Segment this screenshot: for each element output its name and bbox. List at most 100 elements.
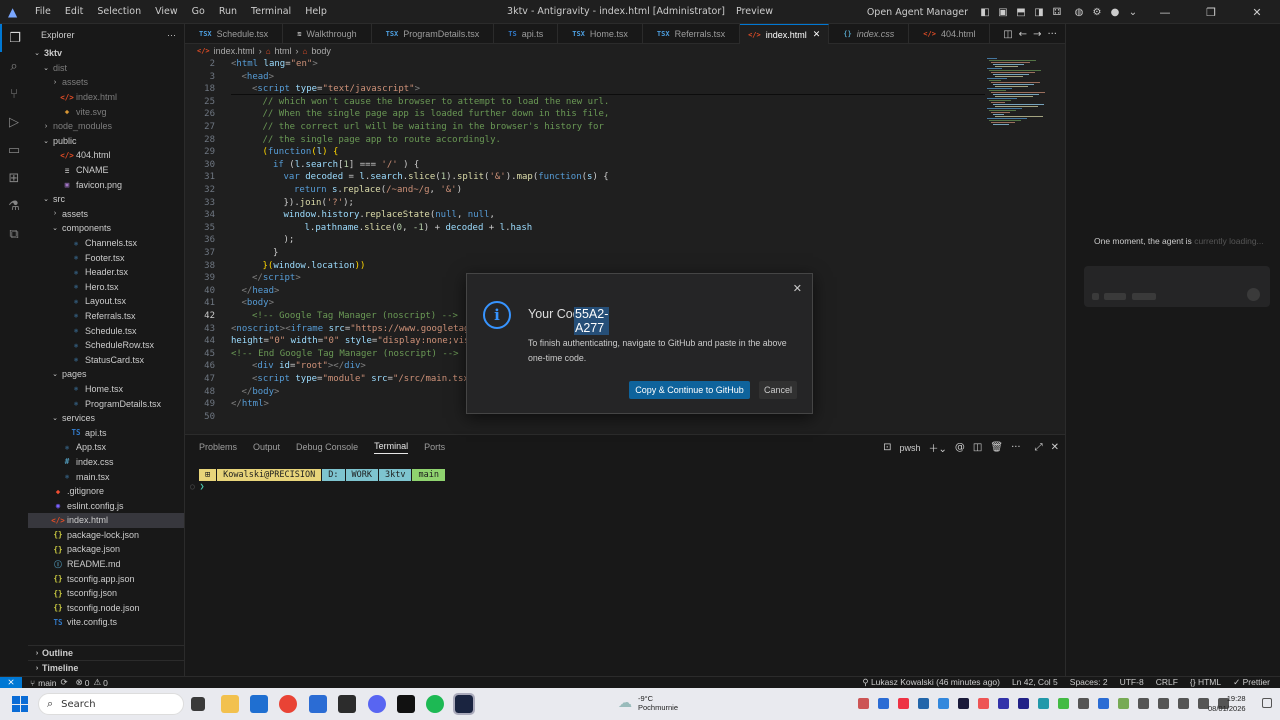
file-hero-tsx[interactable]: ⚛ Hero.tsx [28,280,184,295]
tab-walkthrough[interactable]: ≋ Walkthrough [283,24,372,44]
windows-start-icon[interactable] [12,696,28,712]
outline-section[interactable]: › Outline [28,645,185,660]
one-time-code[interactable]: 55A2-A277 [574,307,610,335]
sync-icon[interactable]: ⟳ [61,677,68,688]
account-icon[interactable]: ● [1108,5,1122,19]
split-editor-icon[interactable]: ◫ [1003,29,1012,40]
tray-app-icon[interactable] [1038,698,1049,709]
mode-selector[interactable] [1104,293,1126,300]
cursor-position[interactable]: Ln 42, Col 5 [1012,677,1058,688]
cancel-button[interactable]: Cancel [759,381,797,399]
preview-label[interactable]: Preview [736,6,773,17]
breadcrumb-body[interactable]: body [311,46,331,56]
explorer-icon[interactable]: ❐ [0,24,28,52]
file-footer-tsx[interactable]: ⚛ Footer.tsx [28,250,184,265]
tab-api-ts[interactable]: TS api.ts [494,24,559,44]
layout-sidebar-right-icon[interactable]: ◨ [1032,5,1046,19]
folder-src[interactable]: ⌄ src [28,192,184,207]
tab-index-html[interactable]: </> index.html ✕ [740,24,830,44]
timeline-section[interactable]: › Timeline [28,660,185,675]
new-terminal-icon[interactable]: ＋⌄ [929,440,947,455]
maximize-button[interactable]: ❐ [1188,0,1234,24]
breadcrumb-html[interactable]: html [275,46,292,56]
tray-app-icon[interactable] [1018,698,1029,709]
tray-app-icon[interactable] [978,698,989,709]
folder-components[interactable]: ⌄ components [28,221,184,236]
encoding[interactable]: UTF-8 [1120,677,1144,688]
globe-icon[interactable]: ◍ [1072,5,1086,19]
file-tsconfig-node-json[interactable]: {} tsconfig.node.json [28,601,184,616]
terminal-app-icon[interactable] [338,695,356,713]
discord-icon[interactable] [368,695,386,713]
panel-tab-debug-console[interactable]: Debug Console [296,442,358,452]
menu-item-edit[interactable]: Edit [58,6,90,17]
branch-name[interactable]: main [38,678,56,688]
menu-item-file[interactable]: File [28,6,58,17]
antigravity-app-icon[interactable] [453,693,475,715]
close-icon[interactable]: ✕ [793,282,802,295]
file-index-css[interactable]: # index.css [28,455,184,470]
tab-index-css[interactable]: {} index.css [829,24,910,44]
tray-app-icon[interactable] [1118,698,1129,709]
agent-input-box[interactable] [1084,266,1270,307]
tab-referrals-tsx[interactable]: TSX Referrals.tsx [643,24,741,44]
file-programdetails-tsx[interactable]: ⚛ ProgramDetails.tsx [28,396,184,411]
file-explorer-icon[interactable] [221,695,239,713]
tray-app-icon[interactable] [1078,698,1089,709]
task-view-icon[interactable] [191,697,205,711]
layout-customize-icon[interactable]: ⚃ [1050,5,1064,19]
minimize-button[interactable]: — [1142,0,1188,24]
tray-app-icon[interactable] [1178,698,1189,709]
tray-app-icon[interactable] [958,698,969,709]
file-main-tsx[interactable]: ⚛ main.tsx [28,469,184,484]
error-count[interactable]: 0 [85,678,90,688]
search-icon[interactable]: ⌕ [0,52,28,80]
folder-assets[interactable]: › assets [28,75,184,90]
file-index-html[interactable]: </> index.html [28,90,184,105]
tray-app-icon[interactable] [878,698,889,709]
file-schedule-tsx[interactable]: ⚛ Schedule.tsx [28,323,184,338]
tray-app-icon[interactable] [1058,698,1069,709]
warning-count[interactable]: 0 [103,678,108,688]
tab-programdetails-tsx[interactable]: TSX ProgramDetails.tsx [372,24,495,44]
ndi-icon[interactable] [397,695,415,713]
file-tsconfig-app-json[interactable]: {} tsconfig.app.json [28,571,184,586]
file-api-ts[interactable]: TS api.ts [28,425,184,440]
file-home-tsx[interactable]: ⚛ Home.tsx [28,382,184,397]
menu-item-help[interactable]: Help [298,6,334,17]
clock[interactable]: 19:28 08/01/2026 [1208,694,1246,714]
file-eslint-config-js[interactable]: ◉ eslint.config.js [28,498,184,513]
microsoft-store-icon[interactable] [250,695,268,713]
open-agent-manager-button[interactable]: Open Agent Manager [867,7,968,18]
tab-home-tsx[interactable]: TSX Home.tsx [558,24,643,44]
go-forward-icon[interactable]: → [1033,29,1041,40]
go-back-icon[interactable]: ← [1019,29,1027,40]
root-folder[interactable]: ⌄ 3ktv [28,46,184,61]
terminal-line[interactable]: ○ ❯ [190,482,204,491]
split-terminal-icon[interactable]: ◫ [973,442,982,453]
source-control-icon[interactable]: ⑂ [0,80,28,108]
file-channels-tsx[interactable]: ⚛ Channels.tsx [28,236,184,251]
menu-item-terminal[interactable]: Terminal [244,6,298,17]
layout-sidebar-left-icon[interactable]: ◧ [978,5,992,19]
menu-item-go[interactable]: Go [185,6,212,17]
file--gitignore[interactable]: ◆ .gitignore [28,484,184,499]
settings-gear-icon[interactable]: ⚙ [1090,5,1104,19]
attach-icon[interactable] [1092,293,1099,300]
file-vite-svg[interactable]: ◈ vite.svg [28,104,184,119]
extensions-icon[interactable]: ⊞ [0,164,28,192]
language-mode[interactable]: {} HTML [1190,677,1221,688]
copy-continue-button[interactable]: Copy & Continue to GitHub [629,381,750,399]
panel-tab-output[interactable]: Output [253,442,280,452]
menu-item-selection[interactable]: Selection [90,6,148,17]
remote-indicator-icon[interactable]: ⨯ [0,676,22,689]
testing-icon[interactable]: ⚗ [0,192,28,220]
close-tab-icon[interactable]: ✕ [813,29,821,40]
notification-bell-icon[interactable] [1262,698,1272,708]
file-schedulerow-tsx[interactable]: ⚛ ScheduleRow.tsx [28,338,184,353]
folder-assets[interactable]: › assets [28,207,184,222]
spotify-icon[interactable] [426,695,444,713]
folder-public[interactable]: ⌄ public [28,134,184,149]
taskbar-search[interactable]: ⌕ Search [38,693,184,715]
close-window-button[interactable]: ✕ [1234,0,1280,24]
